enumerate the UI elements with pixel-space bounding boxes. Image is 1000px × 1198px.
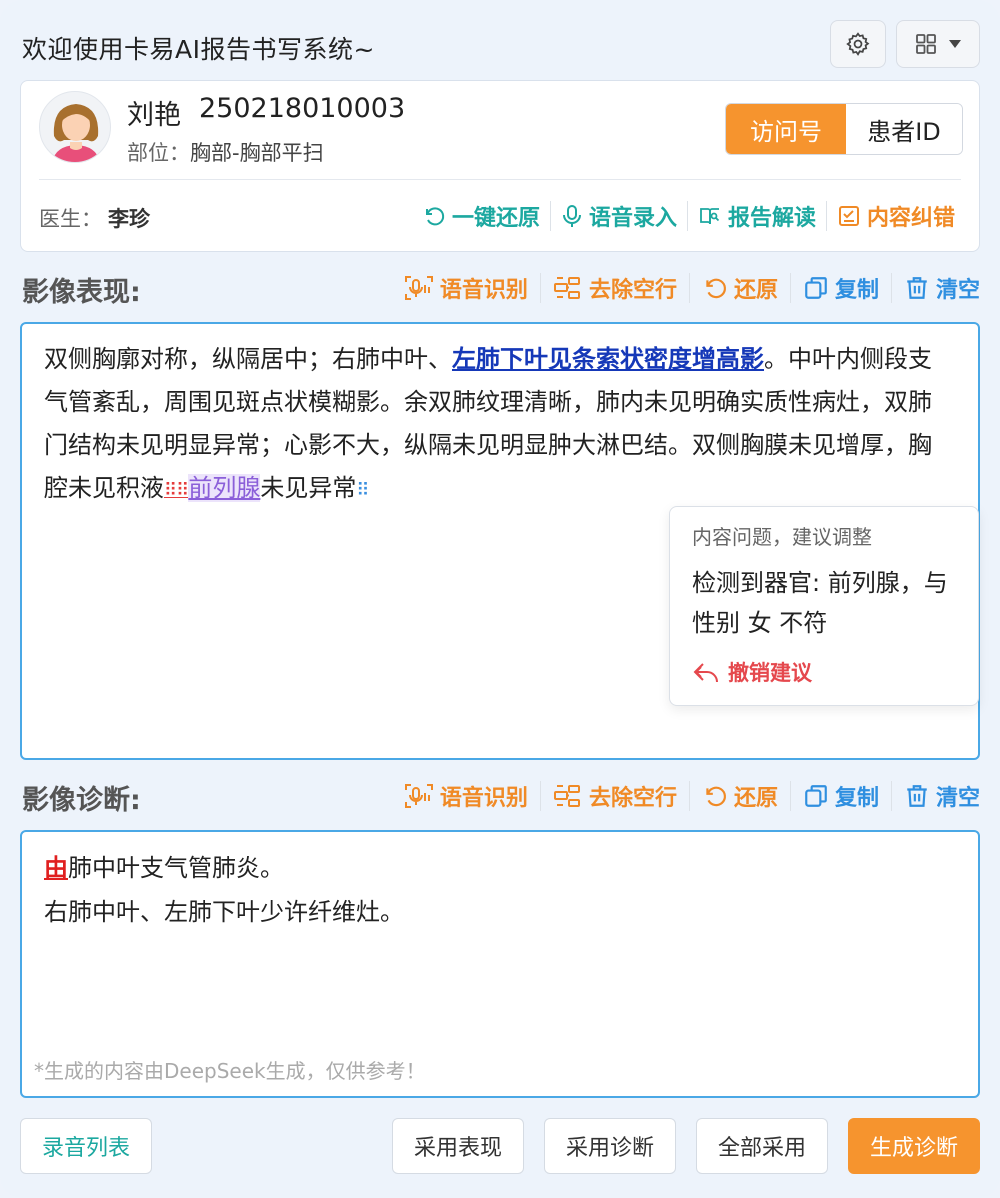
remove-blank-label: 去除空行 [588, 278, 677, 303]
drag-handle-icon[interactable]: ⠿ [356, 480, 369, 501]
findings-text-segment: 双侧胸廓对称，纵隔居中；右肺中叶、 [44, 345, 452, 373]
patient-card: 刘艳 250218010003 部位：胸部-胸部平扫 访问号 患者ID 医生：李… [20, 80, 980, 252]
book-search-icon [698, 204, 722, 228]
exam-part: 部位：胸部-胸部平扫 [127, 137, 324, 167]
layout-menu-button[interactable] [896, 20, 980, 68]
copy-button[interactable]: 复制 [791, 272, 891, 304]
record-list-button[interactable]: 录音列表 [20, 1118, 152, 1174]
remove-blank-button[interactable]: 去除空行 [541, 272, 689, 304]
adopt-diagnosis-button[interactable]: 采用诊断 [544, 1118, 676, 1174]
suggestion-popover: 内容问题，建议调整 检测到器官: 前列腺，与性别 女 不符 撤销建议 [669, 506, 979, 706]
clear-button[interactable]: 清空 [892, 272, 980, 304]
copy-button[interactable]: 复制 [791, 780, 891, 812]
gear-icon [845, 31, 871, 57]
diagnosis-text-segment: 肺中叶支气管肺炎。 [68, 854, 284, 882]
undo-suggestion-button[interactable]: 撤销建议 [692, 657, 812, 687]
findings-text[interactable]: 双侧胸廓对称，纵隔居中；右肺中叶、左肺下叶见条索状密度增高影。中叶内侧段支气管紊… [44, 338, 948, 512]
ai-disclaimer: *生成的内容由DeepSeek生成，仅供参考！ [34, 1059, 426, 1083]
restore-button[interactable]: 还原 [690, 780, 790, 812]
restore-label: 还原 [733, 278, 778, 303]
doctor: 医生： 李珍 [39, 203, 150, 233]
remove-blank-label: 去除空行 [588, 786, 677, 811]
diagnosis-text[interactable]: 由肺中叶支气管肺炎。 右肺中叶、左肺下叶少许纤维灶。 [44, 846, 948, 934]
avatar [39, 91, 111, 163]
asr-label: 语音识别 [439, 786, 528, 811]
content-fix-button[interactable]: 内容纠错 [827, 200, 965, 232]
trash-icon [904, 275, 930, 301]
doctor-label: 医生： [39, 207, 102, 231]
undo-icon [422, 204, 446, 228]
diagnosis-editor[interactable]: 由肺中叶支气管肺炎。 右肺中叶、左肺下叶少许纤维灶。 *生成的内容由DeepSe… [20, 830, 980, 1098]
findings-title: 影像表现: [22, 277, 141, 308]
restore-all-label: 一键还原 [451, 206, 540, 231]
asr-button[interactable]: 语音识别 [392, 780, 540, 812]
copy-icon [803, 275, 829, 301]
undo-icon [702, 275, 728, 301]
findings-toolbar: 语音识别 去除空行 还原 复制 清空 [392, 270, 980, 306]
patient-id: 250218010003 [199, 93, 406, 124]
toggle-visit-number[interactable]: 访问号 [726, 104, 846, 154]
id-type-toggle: 访问号 患者ID [725, 103, 963, 155]
restore-label: 还原 [733, 786, 778, 811]
diagnosis-line: 右肺中叶、左肺下叶少许纤维灶。 [44, 898, 404, 926]
remove-lines-icon [553, 275, 583, 301]
adopt-findings-button[interactable]: 采用表现 [392, 1118, 524, 1174]
doctor-name: 李珍 [108, 207, 150, 231]
exam-part-label: 部位： [127, 141, 190, 165]
patient-name: 刘艳 [127, 100, 181, 131]
caret-down-icon [948, 39, 962, 49]
findings-text-segment: 未见异常 [260, 474, 357, 502]
voice-input-button[interactable]: 语音录入 [551, 200, 687, 232]
content-fix-label: 内容纠错 [866, 206, 955, 231]
app-title: 欢迎使用卡易AI报告书写系统~ [22, 35, 375, 64]
grid-icon [914, 32, 938, 56]
drag-handle-icon[interactable]: ⠿⠿ [164, 480, 189, 501]
diagnosis-title: 影像诊断: [22, 785, 141, 816]
checklist-icon [837, 204, 861, 228]
highlighted-finding[interactable]: 左肺下叶见条索状密度增高影 [452, 345, 764, 373]
clear-label: 清空 [935, 278, 980, 303]
remove-blank-button[interactable]: 去除空行 [541, 780, 689, 812]
voice-recognition-icon [404, 783, 434, 809]
settings-button[interactable] [830, 20, 886, 68]
flagged-char[interactable]: 由 [44, 854, 68, 882]
copy-icon [803, 783, 829, 809]
popover-message: 检测到器官: 前列腺，与性别 女 不符 [692, 569, 948, 637]
undo-icon [702, 783, 728, 809]
diagnosis-line: 由肺中叶支气管肺炎。 [44, 846, 948, 890]
report-read-button[interactable]: 报告解读 [688, 200, 826, 232]
flagged-organ[interactable]: 前列腺 [188, 474, 261, 502]
asr-button[interactable]: 语音识别 [392, 272, 540, 304]
header: 欢迎使用卡易AI报告书写系统~ [22, 20, 980, 70]
voice-recognition-icon [404, 275, 434, 301]
app-window: 欢迎使用卡易AI报告书写系统~ 刘艳 250218010003 部位：胸部-胸部… [0, 0, 1000, 1198]
clear-button[interactable]: 清空 [892, 780, 980, 812]
voice-input-label: 语音录入 [588, 206, 677, 231]
reply-arrow-icon [692, 660, 720, 684]
remove-lines-icon [553, 783, 583, 809]
copy-label: 复制 [834, 278, 879, 303]
asr-label: 语音识别 [439, 278, 528, 303]
toggle-patient-id[interactable]: 患者ID [846, 104, 962, 154]
generate-diagnosis-button[interactable]: 生成诊断 [848, 1118, 980, 1174]
copy-label: 复制 [834, 786, 879, 811]
diagnosis-toolbar: 语音识别 去除空行 还原 复制 清空 [392, 778, 980, 814]
divider [39, 179, 961, 180]
restore-button[interactable]: 还原 [690, 272, 790, 304]
adopt-all-button[interactable]: 全部采用 [696, 1118, 828, 1174]
clear-label: 清空 [935, 786, 980, 811]
microphone-icon [561, 204, 583, 228]
report-read-label: 报告解读 [727, 206, 816, 231]
restore-all-button[interactable]: 一键还原 [412, 200, 550, 232]
undo-suggestion-label: 撤销建议 [728, 661, 812, 685]
trash-icon [904, 783, 930, 809]
popover-title: 内容问题，建议调整 [692, 525, 872, 549]
patient-actions: 一键还原 语音录入 报告解读 内容纠错 [412, 199, 965, 233]
exam-part-value: 胸部-胸部平扫 [190, 141, 324, 165]
